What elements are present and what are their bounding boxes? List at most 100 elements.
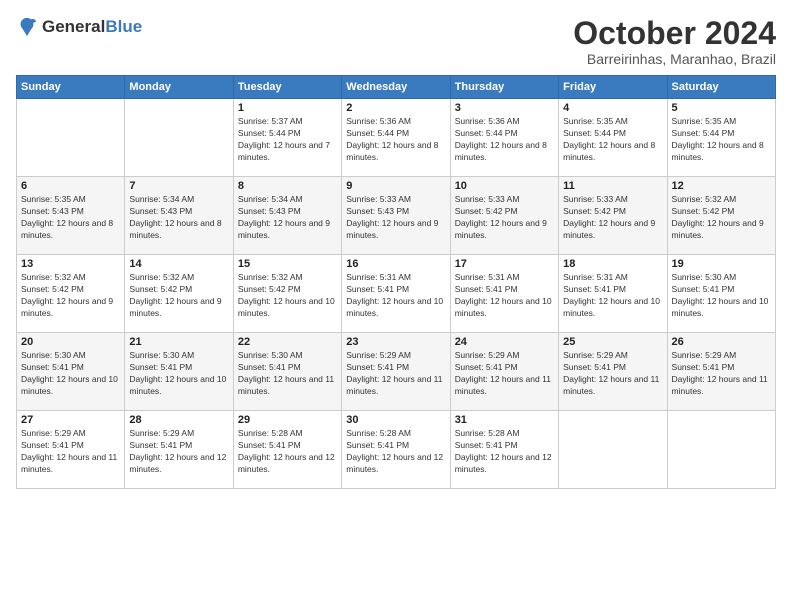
day-info: Sunrise: 5:31 AM Sunset: 5:41 PM Dayligh… bbox=[455, 272, 554, 320]
logo-icon bbox=[16, 16, 38, 38]
day-info: Sunrise: 5:36 AM Sunset: 5:44 PM Dayligh… bbox=[346, 116, 445, 164]
day-info: Sunrise: 5:33 AM Sunset: 5:43 PM Dayligh… bbox=[346, 194, 445, 242]
header-tuesday: Tuesday bbox=[233, 76, 341, 99]
day-info: Sunrise: 5:36 AM Sunset: 5:44 PM Dayligh… bbox=[455, 116, 554, 164]
calendar-table: Sunday Monday Tuesday Wednesday Thursday… bbox=[16, 75, 776, 489]
cell-3-3: 23Sunrise: 5:29 AM Sunset: 5:41 PM Dayli… bbox=[342, 333, 450, 411]
cell-1-2: 8 Sunrise: 5:34 AM Sunset: 5:43 PM Daylig… bbox=[233, 177, 341, 255]
cell-4-0: 27 Sunrise: 5:29 AM Sunset: 5:41 PM Dayli… bbox=[17, 411, 125, 489]
day-number: 30 bbox=[346, 414, 445, 426]
cell-0-3: 2 Sunrise: 5:36 AM Sunset: 5:44 PM Daylig… bbox=[342, 99, 450, 177]
cell-3-5: 25 Sunrise: 5:29 AM Sunset: 5:41 PM Dayli… bbox=[559, 333, 667, 411]
cell-4-1: 28 Sunrise: 5:29 AM Sunset: 5:41 PM Dayli… bbox=[125, 411, 233, 489]
day-number: 18 bbox=[563, 258, 662, 270]
cell-1-3: 9 Sunrise: 5:33 AM Sunset: 5:43 PM Daylig… bbox=[342, 177, 450, 255]
calendar-title: October 2024 bbox=[573, 16, 776, 51]
cell-2-4: 17Sunrise: 5:31 AM Sunset: 5:41 PM Dayli… bbox=[450, 255, 558, 333]
header-sunday: Sunday bbox=[17, 76, 125, 99]
day-number: 24 bbox=[455, 336, 554, 348]
page-header: GeneralBlue October 2024 Barreirinhas, M… bbox=[16, 16, 776, 67]
day-info: Sunrise: 5:35 AM Sunset: 5:43 PM Dayligh… bbox=[21, 194, 120, 242]
day-info: Sunrise: 5:29 AM Sunset: 5:41 PM Dayligh… bbox=[21, 428, 120, 476]
day-number: 27 bbox=[21, 414, 120, 426]
cell-0-1 bbox=[125, 99, 233, 177]
logo-general: General bbox=[42, 17, 105, 36]
calendar-page: GeneralBlue October 2024 Barreirinhas, M… bbox=[0, 0, 792, 612]
calendar-subtitle: Barreirinhas, Maranhao, Brazil bbox=[573, 51, 776, 67]
day-number: 20 bbox=[21, 336, 120, 348]
week-row-4: 20 Sunrise: 5:30 AM Sunset: 5:41 PM Dayli… bbox=[17, 333, 776, 411]
cell-3-1: 21 Sunrise: 5:30 AM Sunset: 5:41 PM Dayli… bbox=[125, 333, 233, 411]
day-number: 14 bbox=[129, 258, 228, 270]
title-block: October 2024 Barreirinhas, Maranhao, Bra… bbox=[573, 16, 776, 67]
day-info: Sunrise: 5:34 AM Sunset: 5:43 PM Dayligh… bbox=[238, 194, 337, 242]
day-number: 11 bbox=[563, 180, 662, 192]
day-info: Sunrise: 5:32 AM Sunset: 5:42 PM Dayligh… bbox=[21, 272, 120, 320]
header-friday: Friday bbox=[559, 76, 667, 99]
day-number: 22 bbox=[238, 336, 337, 348]
logo-text: GeneralBlue bbox=[42, 17, 142, 37]
day-info: Sunrise: 5:32 AM Sunset: 5:42 PM Dayligh… bbox=[238, 272, 337, 320]
cell-2-6: 19Sunrise: 5:30 AM Sunset: 5:41 PM Dayli… bbox=[667, 255, 775, 333]
day-number: 9 bbox=[346, 180, 445, 192]
cell-2-2: 15Sunrise: 5:32 AM Sunset: 5:42 PM Dayli… bbox=[233, 255, 341, 333]
cell-3-6: 26Sunrise: 5:29 AM Sunset: 5:41 PM Dayli… bbox=[667, 333, 775, 411]
day-number: 7 bbox=[129, 180, 228, 192]
cell-1-4: 10 Sunrise: 5:33 AM Sunset: 5:42 PM Dayli… bbox=[450, 177, 558, 255]
day-number: 23 bbox=[346, 336, 445, 348]
day-number: 16 bbox=[346, 258, 445, 270]
day-number: 31 bbox=[455, 414, 554, 426]
week-row-2: 6 Sunrise: 5:35 AM Sunset: 5:43 PM Daylig… bbox=[17, 177, 776, 255]
day-number: 13 bbox=[21, 258, 120, 270]
cell-1-1: 7 Sunrise: 5:34 AM Sunset: 5:43 PM Daylig… bbox=[125, 177, 233, 255]
day-info: Sunrise: 5:28 AM Sunset: 5:41 PM Dayligh… bbox=[455, 428, 554, 476]
day-number: 2 bbox=[346, 102, 445, 114]
day-number: 3 bbox=[455, 102, 554, 114]
day-info: Sunrise: 5:31 AM Sunset: 5:41 PM Dayligh… bbox=[346, 272, 445, 320]
cell-0-6: 5Sunrise: 5:35 AM Sunset: 5:44 PM Daylig… bbox=[667, 99, 775, 177]
day-number: 21 bbox=[129, 336, 228, 348]
day-info: Sunrise: 5:28 AM Sunset: 5:41 PM Dayligh… bbox=[238, 428, 337, 476]
day-info: Sunrise: 5:29 AM Sunset: 5:41 PM Dayligh… bbox=[563, 350, 662, 398]
logo-blue: Blue bbox=[105, 17, 142, 36]
day-info: Sunrise: 5:29 AM Sunset: 5:41 PM Dayligh… bbox=[129, 428, 228, 476]
cell-0-5: 4 Sunrise: 5:35 AM Sunset: 5:44 PM Daylig… bbox=[559, 99, 667, 177]
day-info: Sunrise: 5:32 AM Sunset: 5:42 PM Dayligh… bbox=[672, 194, 771, 242]
header-monday: Monday bbox=[125, 76, 233, 99]
cell-4-5 bbox=[559, 411, 667, 489]
cell-2-0: 13 Sunrise: 5:32 AM Sunset: 5:42 PM Dayli… bbox=[17, 255, 125, 333]
day-number: 10 bbox=[455, 180, 554, 192]
header-row: Sunday Monday Tuesday Wednesday Thursday… bbox=[17, 76, 776, 99]
day-info: Sunrise: 5:29 AM Sunset: 5:41 PM Dayligh… bbox=[455, 350, 554, 398]
day-info: Sunrise: 5:30 AM Sunset: 5:41 PM Dayligh… bbox=[129, 350, 228, 398]
day-number: 29 bbox=[238, 414, 337, 426]
week-row-3: 13 Sunrise: 5:32 AM Sunset: 5:42 PM Dayli… bbox=[17, 255, 776, 333]
day-info: Sunrise: 5:35 AM Sunset: 5:44 PM Dayligh… bbox=[672, 116, 771, 164]
cell-0-0 bbox=[17, 99, 125, 177]
day-info: Sunrise: 5:37 AM Sunset: 5:44 PM Dayligh… bbox=[238, 116, 337, 164]
day-info: Sunrise: 5:35 AM Sunset: 5:44 PM Dayligh… bbox=[563, 116, 662, 164]
cell-1-0: 6 Sunrise: 5:35 AM Sunset: 5:43 PM Daylig… bbox=[17, 177, 125, 255]
day-info: Sunrise: 5:33 AM Sunset: 5:42 PM Dayligh… bbox=[563, 194, 662, 242]
day-number: 28 bbox=[129, 414, 228, 426]
day-info: Sunrise: 5:28 AM Sunset: 5:41 PM Dayligh… bbox=[346, 428, 445, 476]
day-number: 6 bbox=[21, 180, 120, 192]
day-info: Sunrise: 5:33 AM Sunset: 5:42 PM Dayligh… bbox=[455, 194, 554, 242]
day-info: Sunrise: 5:31 AM Sunset: 5:41 PM Dayligh… bbox=[563, 272, 662, 320]
day-info: Sunrise: 5:29 AM Sunset: 5:41 PM Dayligh… bbox=[672, 350, 771, 398]
cell-3-0: 20Sunrise: 5:30 AM Sunset: 5:41 PM Dayli… bbox=[17, 333, 125, 411]
day-number: 8 bbox=[238, 180, 337, 192]
day-info: Sunrise: 5:30 AM Sunset: 5:41 PM Dayligh… bbox=[672, 272, 771, 320]
day-number: 1 bbox=[238, 102, 337, 114]
cell-3-2: 22Sunrise: 5:30 AM Sunset: 5:41 PM Dayli… bbox=[233, 333, 341, 411]
day-info: Sunrise: 5:34 AM Sunset: 5:43 PM Dayligh… bbox=[129, 194, 228, 242]
day-number: 25 bbox=[563, 336, 662, 348]
cell-4-2: 29 Sunrise: 5:28 AM Sunset: 5:41 PM Dayli… bbox=[233, 411, 341, 489]
header-thursday: Thursday bbox=[450, 76, 558, 99]
cell-1-6: 12 Sunrise: 5:32 AM Sunset: 5:42 PM Dayli… bbox=[667, 177, 775, 255]
day-number: 12 bbox=[672, 180, 771, 192]
cell-1-5: 11 Sunrise: 5:33 AM Sunset: 5:42 PM Dayli… bbox=[559, 177, 667, 255]
logo: GeneralBlue bbox=[16, 16, 142, 38]
day-number: 4 bbox=[563, 102, 662, 114]
week-row-5: 27 Sunrise: 5:29 AM Sunset: 5:41 PM Dayli… bbox=[17, 411, 776, 489]
